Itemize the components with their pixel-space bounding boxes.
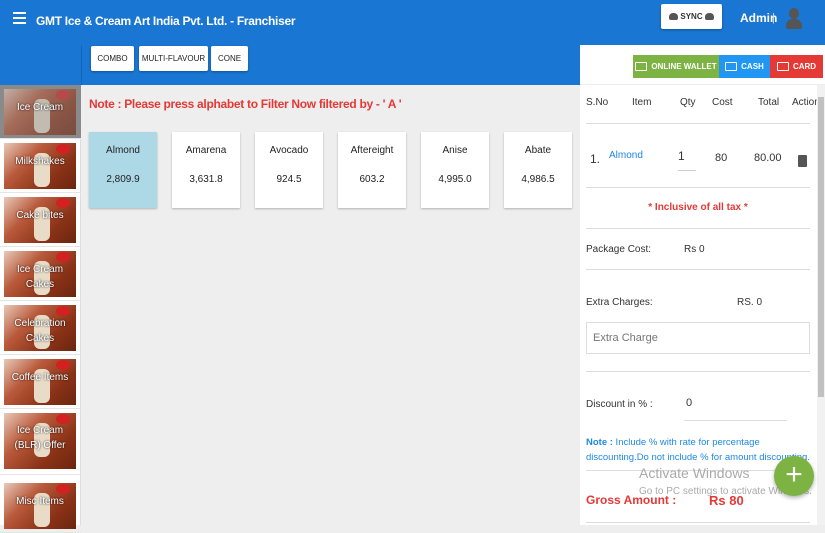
product-card[interactable]: Anise 4,995.0	[421, 132, 489, 208]
sync-button[interactable]: SYNC	[661, 4, 722, 29]
product-card[interactable]: Abate 4,986.5	[504, 132, 572, 208]
cart-panel: ONLINE WALLET CASH CARD S.No Item Qty Co…	[580, 45, 825, 525]
sidebar-item-label: Celebration Cakes	[14, 318, 66, 344]
sidebar-item-ice-cream-blr-offer[interactable]: Ice Cream (BLR) Offer	[0, 409, 81, 475]
product-price: 4,986.5	[521, 174, 555, 185]
product-name: Amarena	[185, 145, 227, 156]
sidebar-item-label: Milkshakes	[15, 156, 65, 167]
row-cost: 80	[715, 152, 728, 164]
product-area: Note : Please press alphabet to Filter N…	[82, 85, 579, 525]
divider: |	[772, 12, 775, 24]
cash-icon	[725, 62, 738, 71]
card-label: CARD	[792, 62, 817, 71]
card-button[interactable]: CARD	[770, 55, 823, 78]
product-card[interactable]: Almond 2,809.9	[89, 132, 157, 208]
product-name: Anise	[442, 145, 468, 156]
category-tab-bar: COMBO MULTI-FLAVOUR CONE	[0, 45, 580, 85]
tab-multi-flavour[interactable]: MULTI-FLAVOUR	[139, 46, 208, 71]
sidebar-item-ice-cream-cakes[interactable]: Ice Cream Cakes	[0, 247, 81, 301]
sync-label: SYNC	[680, 12, 703, 21]
category-sidebar: Ice Cream Milkshakes Cake bites Ice Crea…	[0, 85, 81, 533]
top-app-bar: GMT Ice & Cream Art India Pvt. Ltd. - Fr…	[0, 0, 825, 45]
tax-note: * Inclusive of all tax *	[648, 202, 748, 213]
delete-icon[interactable]	[798, 155, 807, 167]
wallet-icon	[635, 62, 648, 71]
tab-cone[interactable]: CONE	[211, 46, 248, 71]
cloud-download-icon	[704, 13, 714, 20]
discount-note-bold: Note :	[586, 437, 613, 448]
sidebar-item-cake-bites[interactable]: Cake bites	[0, 193, 81, 247]
cash-button[interactable]: CASH	[719, 55, 770, 78]
avatar-icon[interactable]	[786, 8, 802, 30]
package-cost-label: Package Cost:	[586, 244, 652, 255]
extra-charges-value: RS. 0	[737, 297, 763, 308]
sidebar-item-label: Ice Cream	[16, 102, 64, 113]
column-cost: Cost	[712, 97, 733, 108]
product-name: Avocado	[269, 145, 309, 156]
column-total: Total	[758, 97, 780, 108]
sidebar-item-milkshakes[interactable]: Milkshakes	[0, 139, 81, 193]
wallet-label: ONLINE WALLET	[651, 62, 717, 71]
package-cost-value: Rs 0	[684, 244, 705, 255]
sidebar-item-coffee-items[interactable]: Coffee Items	[0, 355, 81, 409]
credit-card-icon	[776, 62, 789, 71]
column-action: Action	[792, 97, 820, 108]
product-price: 3,631.8	[189, 174, 223, 185]
filter-note: Note : Please press alphabet to Filter N…	[89, 97, 402, 111]
product-card[interactable]: Aftereight 603.2	[338, 132, 406, 208]
column-qty: Qty	[680, 97, 696, 108]
discount-note-text: Include % with rate for percentage disco…	[586, 437, 810, 463]
app-title: GMT Ice & Cream Art India Pvt. Ltd. - Fr…	[36, 14, 296, 28]
product-name: Abate	[524, 145, 552, 156]
sidebar-item-celebration-cakes[interactable]: Celebration Cakes	[0, 301, 81, 355]
discount-input[interactable]: 0	[684, 397, 787, 421]
row-sno: 1.	[590, 152, 601, 166]
qty-input[interactable]: 1	[678, 149, 696, 171]
sidebar-item-label: Coffee Items	[11, 372, 69, 383]
extra-charges-label: Extra Charges:	[586, 297, 653, 308]
tab-combo[interactable]: COMBO	[91, 46, 134, 71]
product-card[interactable]: Amarena 3,631.8	[172, 132, 240, 208]
product-name: Almond	[106, 145, 140, 156]
discount-note: Note : Include % with rate for percentag…	[586, 435, 811, 465]
column-item: Item	[632, 97, 652, 108]
cart-scrollbar[interactable]	[817, 85, 825, 525]
sidebar-item-label: Ice Cream Cakes	[16, 264, 64, 290]
product-price: 603.2	[359, 174, 385, 185]
row-item-link[interactable]: Almond	[609, 150, 643, 161]
column-sno: S.No	[586, 97, 609, 108]
sidebar-item-ice-cream[interactable]: Ice Cream	[0, 85, 81, 139]
cash-label: CASH	[741, 62, 764, 71]
scrollbar-thumb[interactable]	[818, 97, 824, 397]
product-name: Aftereight	[350, 145, 394, 156]
product-price: 924.5	[276, 174, 302, 185]
sidebar-item-label: Ice Cream (BLR) Offer	[14, 425, 66, 451]
extra-charge-input[interactable]	[586, 322, 810, 354]
product-price: 4,995.0	[438, 174, 472, 185]
online-wallet-button[interactable]: ONLINE WALLET	[633, 55, 719, 78]
cloud-upload-icon	[669, 13, 679, 20]
row-total: 80.00	[754, 152, 782, 164]
sidebar-item-label: Cake bites	[16, 210, 64, 221]
sidebar-item-label: Misc Items	[16, 496, 64, 507]
product-card[interactable]: Avocado 924.5	[255, 132, 323, 208]
product-price: 2,809.9	[106, 174, 140, 185]
add-fab-button[interactable]: +	[774, 456, 814, 496]
discount-label: Discount in % :	[586, 399, 653, 410]
hamburger-menu-icon[interactable]	[13, 12, 26, 24]
activate-windows-watermark: Activate Windows	[639, 465, 750, 481]
